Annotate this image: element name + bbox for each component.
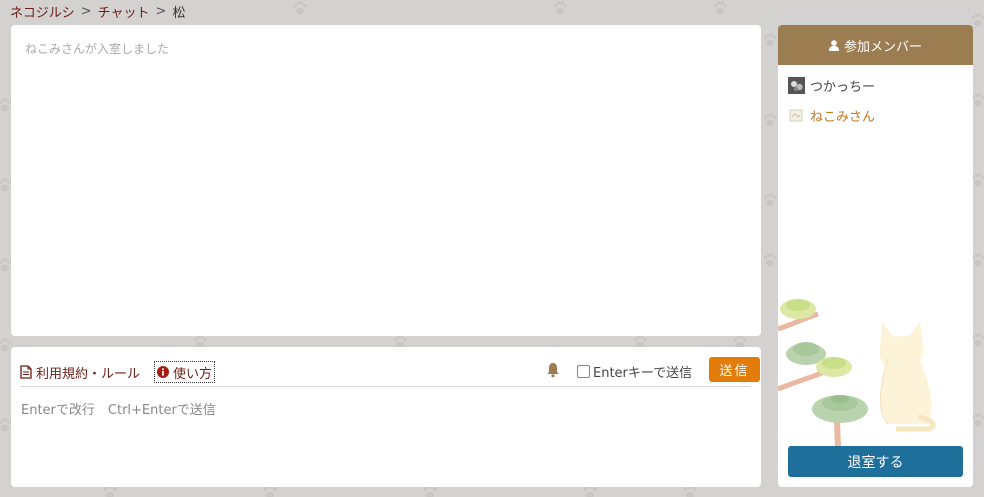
input-toolbar: 利用規約・ルール 使い方 Enterキーで送信 送信 [20, 356, 760, 387]
help-link[interactable]: 使い方 [154, 361, 216, 383]
rules-link-label: 利用規約・ルール [36, 366, 141, 382]
avatar [789, 109, 803, 121]
enter-send-checkbox[interactable] [577, 364, 590, 378]
system-message: ねこみさんが入室しました [25, 42, 170, 56]
leave-room-button[interactable]: 退室する [788, 446, 963, 477]
document-icon [20, 365, 32, 379]
breadcrumb-separator: > [155, 3, 167, 19]
breadcrumb-separator: > [80, 3, 92, 19]
breadcrumb-home-link[interactable]: ネコジルシ [10, 2, 75, 21]
member-item[interactable]: つかっちー [788, 75, 875, 95]
enter-send-toggle[interactable]: Enterキーで送信 [577, 361, 692, 381]
member-panel-title: 参加メンバー [843, 39, 922, 55]
member-name: ねこみさん [810, 109, 876, 125]
message-input-panel: 利用規約・ルール 使い方 Enterキーで送信 送信 Enterで改行 Ctrl… [11, 347, 761, 487]
breadcrumb: ネコジルシ > チャット > 松 [10, 1, 185, 21]
message-input[interactable]: Enterで改行 Ctrl+Enterで送信 [21, 399, 749, 479]
send-button[interactable]: 送信 [709, 357, 760, 382]
bell-icon[interactable] [546, 362, 560, 378]
chat-log-panel[interactable]: ねこみさんが入室しました [11, 25, 761, 336]
help-link-label: 使い方 [173, 366, 213, 382]
member-panel-header: 参加メンバー [778, 25, 973, 65]
info-icon [157, 366, 169, 378]
avatar [788, 76, 805, 94]
pine-and-cat-illustration [778, 299, 936, 447]
user-icon [828, 39, 839, 51]
enter-send-label: Enterキーで送信 [593, 365, 693, 381]
rules-link[interactable]: 利用規約・ルール [20, 362, 140, 382]
breadcrumb-chat-link[interactable]: チャット [98, 2, 150, 21]
member-item[interactable]: ねこみさん [788, 105, 875, 125]
member-name: つかっちー [810, 79, 876, 95]
member-panel: 参加メンバー つかっちー ねこみさん 退室する [778, 25, 973, 487]
breadcrumb-current-room: 松 [172, 5, 186, 21]
